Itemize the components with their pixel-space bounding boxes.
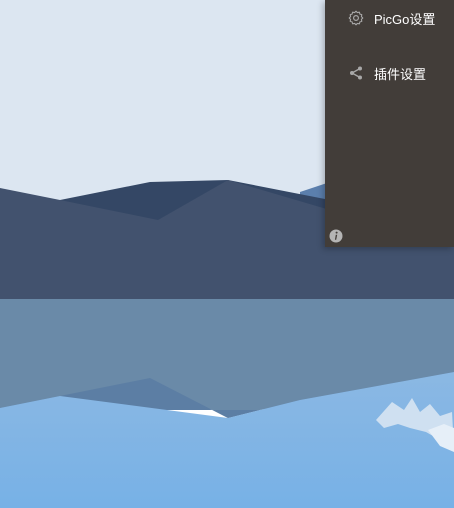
app-window: PicGo设置 插件设置 <box>0 0 454 508</box>
share-icon <box>348 65 364 81</box>
menu-item-label: PicGo设置 <box>374 11 436 27</box>
side-menu: PicGo设置 插件设置 <box>325 0 454 247</box>
menu-item-picgo-settings[interactable]: PicGo设置 <box>325 0 454 36</box>
info-icon[interactable] <box>329 229 343 243</box>
gear-icon <box>348 10 364 26</box>
menu-item-plugin-settings[interactable]: 插件设置 <box>325 54 454 92</box>
menu-item-label: 插件设置 <box>374 66 427 82</box>
